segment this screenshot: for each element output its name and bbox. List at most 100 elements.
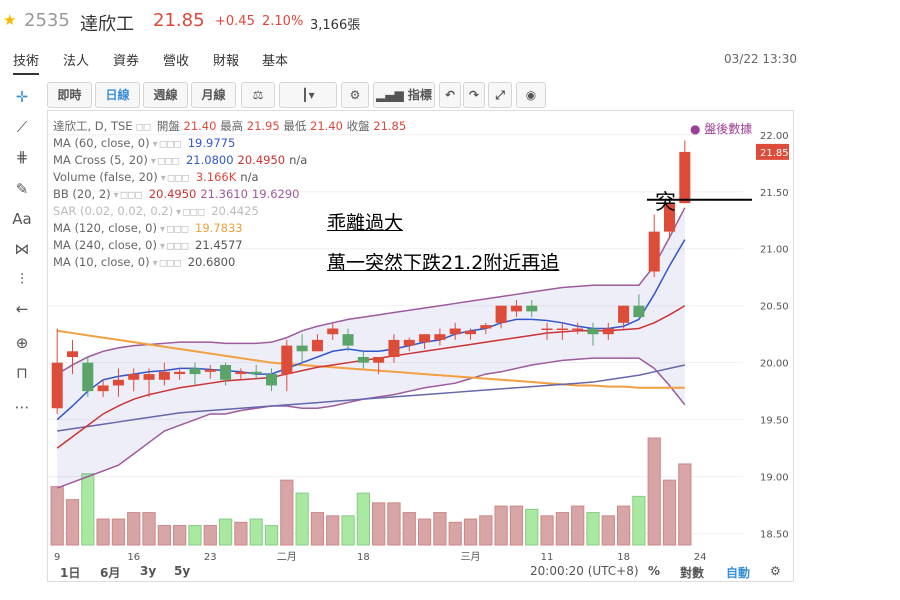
candle-body: [357, 356, 369, 363]
auto-toggle[interactable]: 自動: [726, 564, 750, 581]
legend-study-value: 20.6800: [187, 255, 236, 269]
volume-bar: [356, 492, 370, 546]
candle-body: [112, 379, 124, 386]
after-market-link[interactable]: ● 盤後數據: [690, 120, 752, 137]
legend-study-value: 20.4425: [211, 204, 259, 218]
legend-study-controls-icon[interactable]: ▾ ◻◻◻: [114, 190, 143, 201]
range-3y[interactable]: 3y: [140, 564, 156, 578]
legend-study-value: n/a: [240, 170, 259, 184]
price-chart: 22.00 21.50 21.00 20.50 20.00 19.50 19.00 18.50…: [48, 131, 789, 563]
candle-body: [373, 356, 385, 363]
legend-study-label: BB (20, 2): [53, 187, 111, 201]
volume-bar: [127, 512, 141, 546]
candle-body: [342, 334, 354, 346]
range-5y[interactable]: 5y: [174, 564, 190, 578]
volume-bar: [417, 518, 432, 546]
x-tick-label: 23: [204, 552, 217, 563]
legend-study-controls-icon[interactable]: ▾ ◻◻◻: [176, 207, 205, 218]
legend-study-controls-icon[interactable]: ▾ ◻◻◻: [160, 241, 189, 252]
legend-low: 21.40: [310, 119, 343, 133]
y-tick-label: 21.50: [760, 188, 789, 199]
volume-bar: [463, 518, 478, 546]
legend-study-controls-icon[interactable]: ▾ ◻◻◻: [151, 156, 180, 167]
legend-study-value: 20.4950: [148, 187, 197, 201]
legend-study-controls-icon[interactable]: ▾ ◻◻◻: [161, 173, 190, 184]
candle-body: [311, 339, 323, 352]
legend-study-value: 21.0800: [185, 153, 234, 167]
range-1d[interactable]: 1日: [60, 564, 80, 581]
volume-bar: [372, 502, 386, 546]
legend-high-label: 最高: [220, 119, 244, 133]
candle-body: [143, 374, 155, 380]
volume-bar: [402, 512, 416, 546]
legend-study-label: MA (240, close, 0): [53, 238, 157, 252]
x-tick-label: 18: [617, 552, 630, 563]
percent-toggle[interactable]: %: [648, 564, 660, 578]
legend-symbol: 達欣工, D, TSE: [53, 119, 133, 133]
legend-study-controls-icon[interactable]: ▾ ◻◻◻: [153, 139, 182, 150]
candle-body: [250, 371, 262, 375]
y-tick-label: 19.50: [760, 416, 789, 427]
legend-study-controls-icon[interactable]: ▾ ◻◻◻: [153, 258, 182, 269]
candle-body: [572, 328, 584, 330]
candle-body: [220, 364, 232, 380]
volume-bar: [616, 505, 631, 546]
volume-bar: [632, 495, 646, 546]
candle-body: [327, 328, 339, 335]
y-tick-label: 21.00: [760, 245, 789, 256]
candle-body: [510, 305, 522, 312]
legend-study-controls-icon[interactable]: ▾ ◻◻◻: [160, 224, 189, 235]
legend-close: 21.85: [373, 119, 407, 133]
candle-body: [449, 328, 461, 335]
candle-body: [602, 328, 614, 335]
volume-bar: [81, 473, 95, 546]
legend-study-label: Volume (false, 20): [53, 170, 158, 184]
last-price-label: 21.85: [760, 148, 789, 159]
candle-body: [189, 368, 201, 375]
volume-bar: [448, 521, 462, 546]
candle-body: [618, 305, 630, 323]
legend-study-value: 19.9775: [187, 136, 236, 150]
legend-controls-icon[interactable]: ◻◻: [136, 122, 152, 133]
settings-gear-icon[interactable]: ⚙: [770, 564, 781, 578]
candle-body: [403, 339, 415, 346]
volume-bar: [111, 518, 126, 546]
volume-bar: [173, 525, 187, 546]
volume-bar: [647, 437, 661, 546]
volume-bar: [540, 515, 554, 546]
y-tick-label: 20.50: [760, 302, 789, 313]
volume-bar: [678, 463, 692, 546]
legend-study-value: 21.3610: [200, 187, 248, 201]
legend-study-value: 21.4577: [195, 238, 243, 252]
candle-body: [204, 369, 216, 372]
x-tick-label: 9: [54, 552, 60, 563]
volume-bar: [65, 499, 80, 546]
after-market-label: 盤後數據: [704, 122, 753, 136]
volume-bar: [586, 512, 600, 546]
legend-study-value: 19.7833: [195, 221, 243, 235]
volume-bar: [494, 505, 508, 546]
legend-study-value: 20.4950: [237, 153, 286, 167]
candle-body: [388, 339, 400, 357]
log-toggle[interactable]: 對數: [680, 564, 704, 581]
candle-body: [526, 305, 538, 312]
legend-open: 21.40: [183, 119, 217, 133]
clock: 20:00:20 (UTC+8): [530, 564, 639, 578]
candle-body: [265, 374, 278, 386]
legend-study-label: MA Cross (5, 20): [53, 153, 148, 167]
legend-main-row: 達欣工, D, TSE ◻◻ 開盤 21.40 最高 21.95 最低 21.40…: [53, 118, 406, 135]
volume-bar: [387, 502, 401, 546]
legend-study-row: MA Cross (5, 20) ▾ ◻◻◻ 21.0800 20.4950 n/a: [53, 152, 406, 169]
x-tick-label: 11: [541, 552, 554, 563]
volume-bar: [203, 525, 217, 546]
annotation-line1: 乖離過大: [327, 212, 404, 234]
candle-body: [419, 334, 431, 343]
volume-bar: [249, 518, 263, 546]
x-tick-label: 18: [357, 552, 370, 563]
candle-body: [51, 362, 63, 409]
y-tick-label: 18.50: [760, 530, 789, 541]
volume-bar: [218, 518, 233, 546]
range-6m[interactable]: 6月: [100, 564, 120, 581]
volume-bar: [142, 512, 156, 546]
x-tick-label: 24: [694, 552, 707, 563]
